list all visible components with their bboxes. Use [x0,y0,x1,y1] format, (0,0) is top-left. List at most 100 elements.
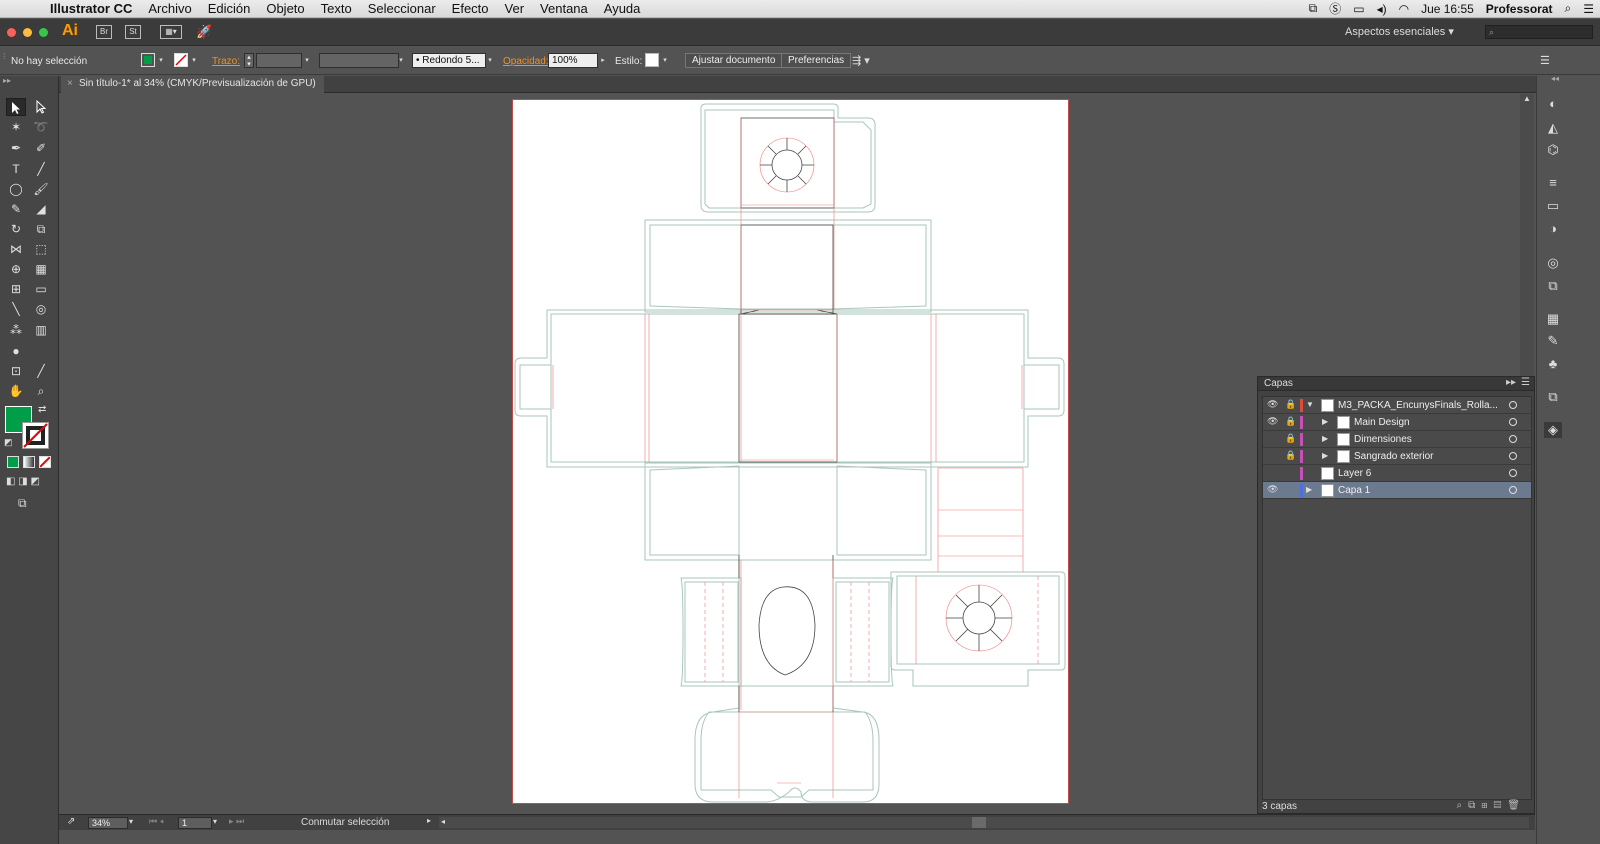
target-circle-icon[interactable] [1509,401,1517,409]
layers-panel-title[interactable]: Capas [1264,378,1293,389]
artboards-panel-icon[interactable]: ⧉ [1544,389,1562,405]
free-transform-tool-icon[interactable]: ⬚ [31,240,51,258]
stroke-panel-icon[interactable]: ≡ [1544,175,1562,191]
spotlight-icon[interactable]: ⌕ [1559,1,1578,16]
drawing-modes-icon[interactable]: ◧ ◨ ◩ [6,476,40,487]
zoom-window-button[interactable] [39,28,48,37]
variable-width-dropdown[interactable]: ▾ [396,53,406,68]
scroll-up-icon[interactable]: ▲ [1523,94,1531,103]
color-panel-icon[interactable]: ◐ [1544,96,1562,112]
lock-icon[interactable]: 🔒 [1285,399,1296,410]
opacity-input[interactable]: 100% [548,53,598,68]
brushes-panel-icon[interactable]: ✎ [1544,333,1562,349]
direct-selection-tool-icon[interactable] [31,98,51,116]
none-mode-icon[interactable] [39,456,51,468]
blend-tool-icon[interactable]: ◎ [31,300,51,318]
magic-wand-tool-icon[interactable]: ✶ [6,118,26,136]
stroke-dropdown[interactable]: ▾ [189,53,199,68]
artboard-tool-icon[interactable]: ⊡ [6,362,26,380]
expand-triangle-icon[interactable]: ▶ [1322,451,1328,460]
variable-width-profile[interactable] [319,53,399,68]
target-circle-icon[interactable] [1509,418,1517,426]
menu-efecto[interactable]: Efecto [444,1,497,16]
zoom-dropdown-icon[interactable]: ▾ [129,817,133,826]
scale-tool-icon[interactable]: ⧉ [31,220,51,238]
lock-icon[interactable]: 🔒 [1285,450,1296,461]
minimize-window-button[interactable] [23,28,32,37]
panel-menu-icon[interactable]: ☰ [1521,377,1530,388]
new-sublayer-icon[interactable]: ⊞ [1481,800,1493,811]
layer-row[interactable]: Layer 6 [1263,465,1531,482]
lock-icon[interactable]: 🔒 [1285,433,1296,444]
stroke-weight-input[interactable] [256,53,302,68]
expand-triangle-icon[interactable]: ▶ [1322,434,1328,443]
blob-brush-tool-icon[interactable]: ● [6,342,26,360]
notification-center-icon[interactable]: ☰ [1577,2,1600,16]
graphic-style-dropdown[interactable]: ▾ [660,53,670,68]
horizontal-scrollbar[interactable]: ◂ [439,817,1529,828]
collapse-dock-icon[interactable]: ◂◂ [1551,74,1559,83]
slice-tool-icon[interactable]: ╱ [31,362,51,380]
stroke-swatch[interactable] [174,53,188,67]
close-window-button[interactable] [7,28,16,37]
perspective-grid-tool-icon[interactable]: ▦ [31,260,51,278]
width-tool-icon[interactable]: ⋈ [6,240,26,258]
menu-edicion[interactable]: Edición [200,1,259,16]
graphic-style-swatch[interactable] [645,53,659,67]
brush-definition[interactable]: • Redondo 5... [412,53,486,68]
stroke-weight-stepper[interactable]: ▴ ▾ [244,53,254,68]
help-search-input[interactable]: ⌕ [1485,25,1593,39]
workspace-switcher[interactable]: Aspectos esenciales ▾ [1345,25,1454,38]
volume-icon[interactable]: ◂) [1371,2,1393,16]
wifi-icon[interactable]: ◠ [1393,2,1415,16]
eyedropper-tool-icon[interactable]: ╲ [6,300,26,318]
layer-row[interactable]: 🔒 ▶ Sangrado exterior [1263,448,1531,465]
lock-icon[interactable]: 🔒 [1285,416,1296,427]
selection-tool-icon[interactable] [6,98,26,116]
visibility-eye-icon[interactable]: 👁 [1267,399,1279,410]
menu-ayuda[interactable]: Ayuda [596,1,649,16]
mesh-tool-icon[interactable]: ⊞ [6,280,26,298]
lasso-tool-icon[interactable]: ➰ [31,118,51,136]
visibility-eye-icon[interactable]: 👁 [1267,416,1279,427]
default-colors-icon[interactable]: ◩ [4,437,13,448]
clock[interactable]: Jue 16:55 [1415,2,1480,16]
layer-name[interactable]: Sangrado exterior [1354,451,1434,462]
user-name[interactable]: Professorat [1480,2,1559,16]
close-tab-icon[interactable]: × [67,78,73,89]
layer-name[interactable]: Capa 1 [1338,485,1370,496]
expand-triangle-icon[interactable]: ▶ [1306,485,1312,494]
menu-objeto[interactable]: Objeto [258,1,312,16]
menu-ver[interactable]: Ver [497,1,533,16]
paintbrush-tool-icon[interactable]: 🖌 [31,180,51,198]
menu-seleccionar[interactable]: Seleccionar [360,1,444,16]
stroke-color-swatch[interactable] [22,422,49,449]
target-circle-icon[interactable] [1509,469,1517,477]
menu-archivo[interactable]: Archivo [140,1,199,16]
locate-object-icon[interactable]: ⌕ [1457,800,1469,811]
control-menu-icon[interactable]: ☰ [1540,54,1550,67]
column-graph-tool-icon[interactable]: ▥ [31,321,51,339]
layer-row[interactable]: 🔒 ▶ Dimensiones [1263,431,1531,448]
expand-triangle-icon[interactable]: ▶ [1322,417,1328,426]
fill-swatch[interactable] [141,53,155,67]
sync-icon[interactable]: ⧉ [1303,1,1324,16]
new-layer-icon[interactable]: ▤ [1494,800,1508,811]
line-segment-tool-icon[interactable]: ╱ [31,160,51,178]
fill-dropdown[interactable]: ▾ [156,53,166,68]
layer-name[interactable]: M3_PACKA_EncunysFinals_Rolla... [1338,400,1498,411]
horizontal-scroll-thumb[interactable] [972,817,986,828]
artboard-dropdown-icon[interactable]: ▾ [213,817,217,826]
fit-document-button[interactable]: Ajustar documento [685,53,783,68]
menu-texto[interactable]: Texto [313,1,360,16]
shape-builder-tool-icon[interactable]: ⊕ [6,260,26,278]
zoom-input[interactable]: 34% [88,817,128,829]
opacity-label[interactable]: Opacidad: [503,56,549,67]
share-icon[interactable]: ⇗ [67,816,75,827]
artboard-nav-prev-icons[interactable]: ⏮ ◂ [149,816,164,827]
type-tool-icon[interactable]: T [6,160,26,178]
shaper-tool-icon[interactable]: ✎ [6,200,26,218]
swap-colors-icon[interactable]: ⇄ [38,404,46,415]
stroke-weight-dropdown[interactable]: ▾ [302,53,312,68]
gradient-mode-icon[interactable] [23,456,35,468]
